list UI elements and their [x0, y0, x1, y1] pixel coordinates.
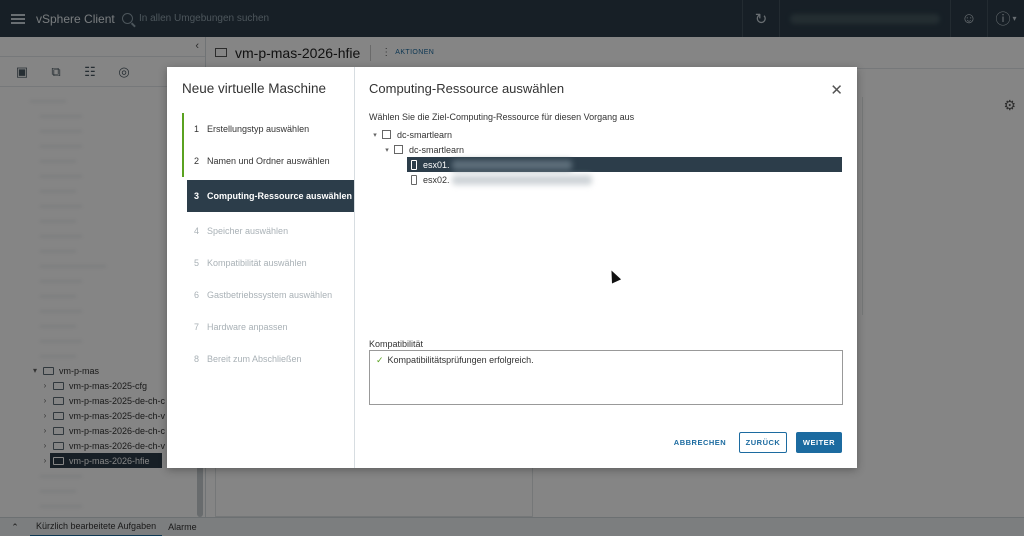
compatibility-label: Kompatibilität [369, 339, 424, 349]
resource-tree: ▾ dc-smartlearn ▾ dc-smartlearn esx01. e… [369, 127, 843, 187]
cluster-icon [394, 145, 403, 154]
step-3[interactable]: 3 Computing-Ressource auswählen [187, 180, 354, 212]
next-button[interactable]: WEITER [796, 432, 842, 453]
datacenter-icon [382, 130, 391, 139]
step-7: 7 Hardware anpassen [194, 322, 288, 332]
tree-item-host-selected[interactable]: esx01. [407, 157, 842, 172]
checkmark-icon: ✓ [376, 355, 384, 365]
step-6: 6 Gastbetriebssystem auswählen [194, 290, 333, 300]
instruction-text: Wählen Sie die Ziel-Computing-Ressource … [369, 112, 635, 122]
chevron-down-icon[interactable]: ▾ [371, 131, 379, 139]
wizard-steps: Neue virtuelle Maschine 1 Erstellungstyp … [167, 67, 355, 468]
wizard-title: Neue virtuelle Maschine [182, 81, 327, 96]
close-icon[interactable]: ✕ [830, 81, 843, 99]
step-2[interactable]: 2 Namen und Ordner auswählen [182, 145, 350, 177]
page-title: Computing-Ressource auswählen [369, 81, 565, 96]
tree-item-host[interactable]: esx02. [407, 172, 843, 187]
step-8: 8 Bereit zum Abschließen [194, 354, 302, 364]
compatibility-message: Kompatibilitätsprüfungen erfolgreich. [387, 355, 534, 365]
wizard-page: Computing-Ressource auswählen ✕ Wählen S… [355, 67, 857, 468]
host-icon [411, 174, 417, 185]
step-5: 5 Kompatibilität auswählen [194, 258, 307, 268]
step-4: 4 Speicher auswählen [194, 226, 289, 236]
back-button[interactable]: ZURÜCK [739, 432, 787, 453]
compatibility-panel: ✓ Kompatibilitätsprüfungen erfolgreich. [369, 350, 843, 405]
step-1[interactable]: 1 Erstellungstyp auswählen [182, 113, 350, 145]
cancel-button[interactable]: ABBRECHEN [670, 432, 730, 453]
host-icon [411, 159, 417, 170]
tree-item-datacenter[interactable]: ▾ dc-smartlearn [369, 127, 843, 142]
tree-item-cluster[interactable]: ▾ dc-smartlearn [369, 142, 843, 157]
chevron-down-icon[interactable]: ▾ [383, 146, 391, 154]
new-vm-wizard: Neue virtuelle Maschine 1 Erstellungstyp … [167, 67, 857, 468]
